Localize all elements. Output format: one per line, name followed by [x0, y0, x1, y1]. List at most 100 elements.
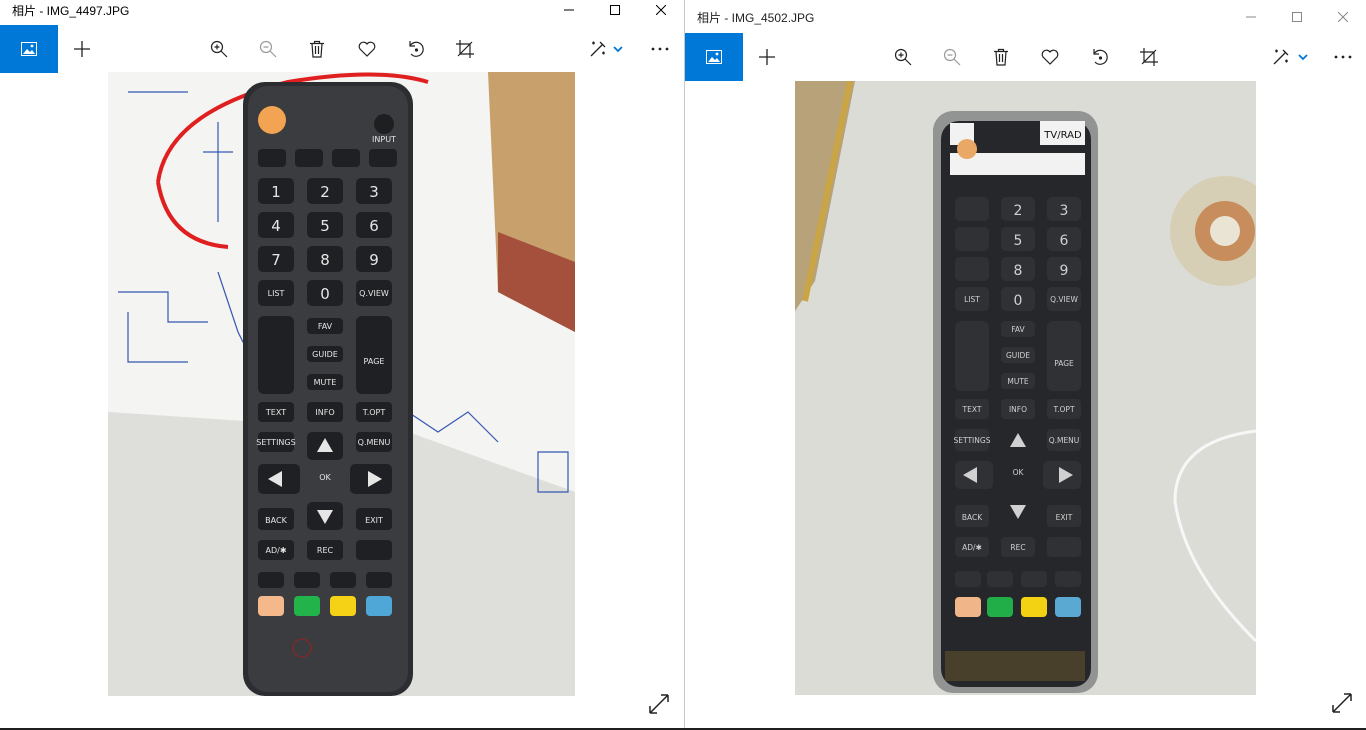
svg-text:EXIT: EXIT: [365, 516, 383, 525]
close-button[interactable]: [1320, 6, 1366, 28]
svg-text:T.OPT: T.OPT: [1052, 405, 1075, 414]
add-icon: [759, 49, 775, 65]
favorite-button[interactable]: [349, 25, 385, 73]
svg-text:PAGE: PAGE: [364, 357, 385, 366]
svg-text:Q.VIEW: Q.VIEW: [1050, 295, 1078, 304]
title-bar[interactable]: 相片 - IMG_4497.JPG: [0, 0, 684, 20]
delete-button[interactable]: [299, 25, 335, 73]
favorite-button[interactable]: [1032, 33, 1068, 81]
svg-text:EXIT: EXIT: [1056, 513, 1073, 522]
zoom-in-button[interactable]: [201, 25, 237, 73]
favorite-icon: [1041, 49, 1059, 65]
svg-text:SETTINGS: SETTINGS: [954, 436, 991, 445]
more-icon: [1334, 55, 1352, 59]
zoom-in-button[interactable]: [885, 33, 921, 81]
minimize-button[interactable]: [1228, 6, 1274, 28]
photo-viewer-image[interactable]: TV/RAD 2 3 5 6 8 9 0 LIST Q.VIEW FAV GUIDE …: [795, 81, 1256, 695]
rotate-button[interactable]: [398, 25, 434, 73]
zoom-in-icon: [894, 48, 912, 66]
svg-text:GUIDE: GUIDE: [312, 350, 338, 359]
svg-text:FAV: FAV: [318, 322, 333, 331]
svg-text:BACK: BACK: [265, 516, 287, 525]
remote-photo: TV/RAD 2 3 5 6 8 9 0 LIST Q.VIEW FAVGUIDEMU…: [795, 81, 1256, 695]
zoom-out-button[interactable]: [934, 33, 970, 81]
photos-window-right: 相片 - IMG_4502.JPG TV/RAD 2 3 5 6 8 9 0 L…: [684, 0, 1366, 730]
maximize-button[interactable]: [1274, 6, 1320, 28]
svg-text:GUIDE: GUIDE: [1006, 351, 1030, 360]
svg-text:SETTINGS: SETTINGS: [256, 438, 295, 447]
more-icon: [651, 47, 669, 51]
photos-home-button[interactable]: [685, 33, 743, 81]
svg-text:0: 0: [1014, 293, 1023, 309]
add-button[interactable]: [749, 33, 785, 81]
svg-text:8: 8: [1014, 263, 1023, 279]
toolbar: [0, 25, 684, 73]
toolbar: [685, 33, 1366, 81]
svg-text:TEXT: TEXT: [962, 405, 982, 414]
photos-icon: [21, 42, 37, 56]
crop-button[interactable]: [447, 25, 483, 73]
zoom-out-icon: [943, 48, 961, 66]
maximize-button[interactable]: [592, 0, 638, 20]
delete-icon: [310, 40, 324, 58]
svg-text:MUTE: MUTE: [314, 378, 337, 387]
rotate-button[interactable]: [1082, 33, 1118, 81]
title-bar[interactable]: 相片 - IMG_4502.JPG: [685, 6, 1366, 28]
svg-text:3: 3: [1060, 203, 1069, 219]
more-button[interactable]: [642, 25, 678, 73]
rotate-icon: [409, 41, 424, 57]
svg-text:AD/✱: AD/✱: [962, 543, 982, 552]
more-button[interactable]: [1325, 33, 1361, 81]
crop-icon: [456, 40, 474, 58]
svg-text:4: 4: [271, 217, 281, 235]
svg-text:6: 6: [1060, 233, 1069, 249]
full-screen-icon[interactable]: [1331, 692, 1353, 714]
svg-text:2: 2: [320, 183, 330, 201]
chevron-down-icon: [1298, 54, 1308, 61]
crop-icon: [1140, 48, 1158, 66]
svg-text:LIST: LIST: [268, 289, 285, 298]
svg-text:1: 1: [271, 183, 281, 201]
bag-label: TV/RAD: [1043, 130, 1082, 141]
svg-text:INFO: INFO: [1009, 405, 1027, 414]
close-button[interactable]: [638, 0, 684, 20]
svg-text:2: 2: [1014, 203, 1023, 219]
svg-text:9: 9: [1060, 263, 1069, 279]
photo-viewer-image[interactable]: 1 2 3 4 5 6 7 8 9 0 LIST Q.VIEW FAV GUIDE MUTE PA…: [108, 72, 575, 696]
delete-icon: [994, 48, 1008, 66]
svg-text:REC: REC: [1010, 543, 1025, 552]
svg-text:Q.MENU: Q.MENU: [1049, 436, 1080, 445]
svg-text:5: 5: [1014, 233, 1023, 249]
chevron-down-icon: [613, 46, 623, 53]
minimize-button[interactable]: [546, 0, 592, 20]
zoom-out-button[interactable]: [250, 25, 286, 73]
rotate-icon: [1093, 49, 1108, 65]
photos-icon: [706, 50, 722, 64]
svg-text:REC: REC: [317, 546, 334, 555]
favorite-icon: [358, 41, 376, 57]
svg-text:INFO: INFO: [315, 408, 334, 417]
svg-text:TEXT: TEXT: [265, 408, 286, 417]
photos-home-button[interactable]: [0, 25, 58, 73]
full-screen-icon[interactable]: [648, 693, 670, 715]
svg-text:7: 7: [271, 251, 281, 269]
edit-dropdown-button[interactable]: [1288, 33, 1318, 81]
svg-text:INPUT: INPUT: [372, 135, 396, 144]
svg-text:3: 3: [369, 183, 379, 201]
svg-text:MUTE: MUTE: [1007, 377, 1029, 386]
svg-text:Q.MENU: Q.MENU: [358, 438, 391, 447]
photos-window-left: 相片 - IMG_4497.JPG 1 2 3 4 5 6 7 8 9 0 LI…: [0, 0, 684, 730]
window-title: 相片 - IMG_4502.JPG: [697, 10, 815, 25]
add-button[interactable]: [64, 25, 100, 73]
svg-text:LIST: LIST: [964, 295, 980, 304]
edit-dropdown-button[interactable]: [603, 25, 633, 73]
remote-photo: 1 2 3 4 5 6 7 8 9 0 LIST Q.VIEW FAV GUIDE MUTE PA…: [108, 72, 575, 696]
svg-text:6: 6: [369, 217, 379, 235]
svg-text:BACK: BACK: [962, 513, 983, 522]
svg-text:FAV: FAV: [1011, 325, 1025, 334]
svg-text:PAGE: PAGE: [1054, 359, 1074, 368]
add-icon: [74, 41, 90, 57]
delete-button[interactable]: [983, 33, 1019, 81]
svg-text:AD/✱: AD/✱: [265, 546, 286, 555]
crop-button[interactable]: [1131, 33, 1167, 81]
